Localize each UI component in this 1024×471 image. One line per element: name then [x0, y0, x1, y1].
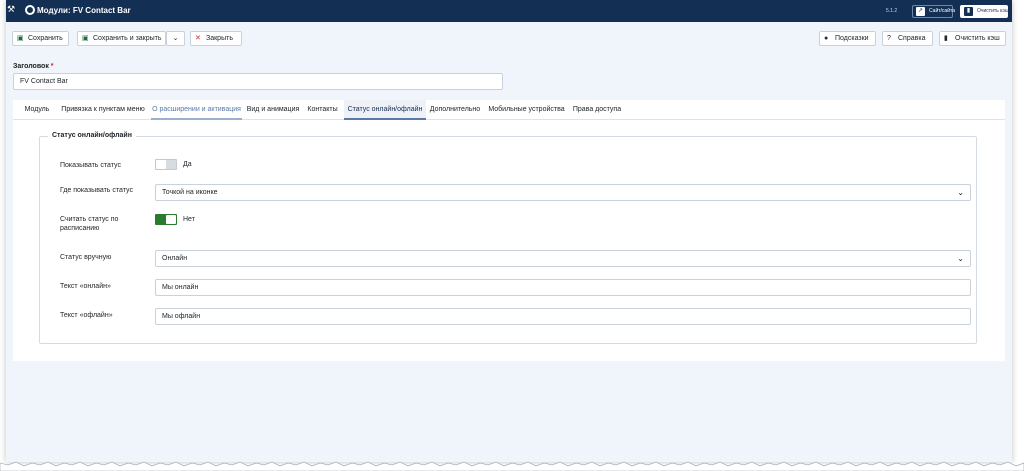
tab-contacts[interactable]: Контакты	[304, 100, 341, 120]
schedule-status-value: Нет	[183, 216, 195, 223]
offline-text-label: Текст «офлайн»	[60, 312, 113, 319]
view-site-button[interactable]: ↗ Сайт/сайта	[912, 5, 955, 18]
question-icon: ?	[887, 35, 891, 42]
tab-bar: Модуль Привязка к пунктам меню О расшире…	[13, 100, 1005, 120]
tab-access-rights[interactable]: Права доступа	[571, 100, 623, 120]
version-label: 5.1.2	[886, 8, 898, 14]
manual-status-select[interactable]: Онлайн ⌄	[155, 250, 971, 267]
online-text-label: Текст «онлайн»	[60, 283, 111, 290]
title-field-label: Заголовок *	[13, 63, 54, 70]
chevron-down-icon: ⌄	[957, 254, 964, 263]
schedule-status-toggle[interactable]	[155, 214, 177, 225]
tab-mobile-devices[interactable]: Мобильные устройства	[488, 100, 565, 120]
manual-status-label: Статус вручную	[60, 254, 112, 261]
close-button[interactable]: ✕ Закрыть	[190, 31, 242, 46]
chevron-down-icon: ⌄	[172, 35, 179, 42]
schedule-status-label: Считать статус по расписанию	[60, 216, 119, 232]
show-status-value: Да	[183, 161, 192, 168]
hints-button[interactable]: ● Подсказки	[819, 31, 876, 46]
clear-cache-button[interactable]: ▮ Очистить кэш	[939, 31, 1006, 46]
save-button[interactable]: ▣ Сохранить	[12, 31, 69, 46]
save-icon: ▣	[82, 35, 89, 42]
trash-icon: ▮	[964, 7, 973, 16]
chevron-down-icon: ⌄	[957, 188, 964, 197]
where-show-status-label: Где показывать статус	[60, 187, 133, 194]
tools-icon[interactable]: ⚒	[7, 3, 17, 15]
save-and-close-button[interactable]: ▣ Сохранить и закрыть	[77, 31, 166, 46]
online-text-input[interactable]: Мы онлайн	[155, 279, 971, 296]
tab-online-status[interactable]: Статус онлайн/офлайн	[344, 100, 426, 120]
save-options-dropdown[interactable]: ⌄	[166, 31, 185, 46]
app-header: ⚒ Модули: FV Contact Bar 5.1.2 ↗ Сайт/са…	[6, 0, 1012, 22]
tab-view-animation[interactable]: Вид и анимация	[246, 100, 300, 120]
show-status-toggle[interactable]	[155, 159, 177, 170]
fieldset-legend: Статус онлайн/офлайн	[48, 132, 136, 139]
app-window: ⚒ Модули: FV Contact Bar 5.1.2 ↗ Сайт/са…	[6, 0, 1012, 462]
info-icon: ●	[824, 35, 829, 42]
tab-module[interactable]: Модуль	[17, 100, 57, 120]
save-icon: ▣	[17, 35, 24, 42]
show-status-label: Показывать статус	[60, 162, 121, 169]
help-button[interactable]: ? Справка	[882, 31, 933, 46]
tab-about-activation[interactable]: О расширении и активация	[151, 100, 242, 120]
tab-additional[interactable]: Дополнительно	[428, 100, 482, 120]
header-clear-cache-button[interactable]: ▮ Очистить кэш	[960, 5, 1009, 18]
trash-icon: ▮	[944, 35, 948, 42]
module-icon	[25, 5, 35, 15]
torn-edge	[0, 461, 1024, 471]
status-fieldset: Статус онлайн/офлайн Показывать статус Д…	[39, 132, 977, 344]
where-show-status-select[interactable]: Точкой на иконке ⌄	[155, 184, 971, 201]
toolbar: ▣ Сохранить ▣ Сохранить и закрыть ⌄ ✕ За…	[6, 22, 1012, 56]
page-title: Модули: FV Contact Bar	[37, 6, 131, 15]
toggle-knob	[166, 215, 176, 224]
close-icon: ✕	[195, 35, 201, 42]
toggle-knob	[156, 160, 166, 169]
external-link-icon: ↗	[916, 7, 925, 16]
tab-menu-assignment[interactable]: Привязка к пунктам меню	[59, 100, 147, 120]
offline-text-input[interactable]: Мы офлайн	[155, 308, 971, 325]
tab-panel: Статус онлайн/офлайн Показывать статус Д…	[13, 120, 1005, 361]
title-input[interactable]	[13, 73, 503, 90]
